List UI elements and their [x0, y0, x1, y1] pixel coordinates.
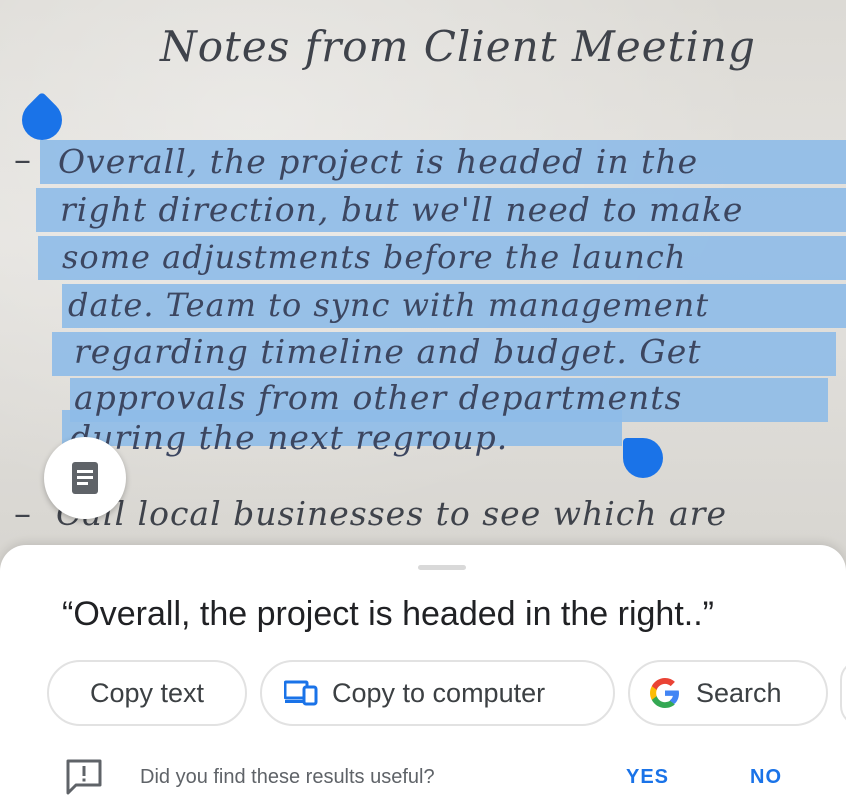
note-line: right direction, but we'll need to make	[60, 190, 744, 229]
action-chips: Copy text Copy to computer Search	[0, 660, 846, 730]
document-icon	[72, 462, 98, 494]
note-line: regarding timeline and budget. Get	[74, 332, 702, 371]
copy-to-computer-button[interactable]: Copy to computer	[260, 660, 615, 726]
selected-text-preview: “Overall, the project is headed in the r…	[62, 595, 714, 633]
results-sheet: “Overall, the project is headed in the r…	[0, 545, 846, 807]
google-g-icon	[648, 676, 682, 710]
search-label: Search	[696, 677, 782, 708]
copy-text-button[interactable]: Copy text	[47, 660, 247, 726]
feedback-question: Did you find these results useful?	[140, 766, 435, 788]
copy-text-label: Copy text	[89, 677, 205, 708]
feedback-no-button[interactable]: NO	[750, 766, 782, 789]
note-line: Overall, the project is headed in the	[58, 142, 699, 181]
sheet-drag-handle[interactable]	[418, 565, 466, 570]
note-line: Call local businesses to see which are	[56, 494, 727, 533]
bullet-dash: –	[14, 494, 31, 534]
captured-image: Notes from Client Meeting – Overall, the…	[0, 0, 846, 600]
selection-end-handle[interactable]	[623, 438, 663, 478]
bullet-dash: –	[14, 140, 31, 180]
note-line: some adjustments before the launch	[62, 238, 687, 276]
google-search-button[interactable]: Search	[628, 660, 828, 726]
feedback-icon	[64, 758, 104, 801]
more-actions-chip[interactable]	[840, 660, 846, 726]
feedback-yes-button[interactable]: YES	[626, 766, 669, 789]
note-line: during the next regroup.	[70, 418, 509, 457]
note-line: approvals from other departments	[74, 378, 683, 417]
notes-title: Notes from Client Meeting	[160, 22, 756, 71]
document-button[interactable]	[44, 437, 126, 519]
copy-to-computer-label: Copy to computer	[332, 677, 546, 708]
note-line: date. Team to sync with management	[68, 286, 710, 324]
feedback-row: Did you find these results useful? YES N…	[0, 750, 846, 800]
computer-icon	[284, 680, 318, 706]
